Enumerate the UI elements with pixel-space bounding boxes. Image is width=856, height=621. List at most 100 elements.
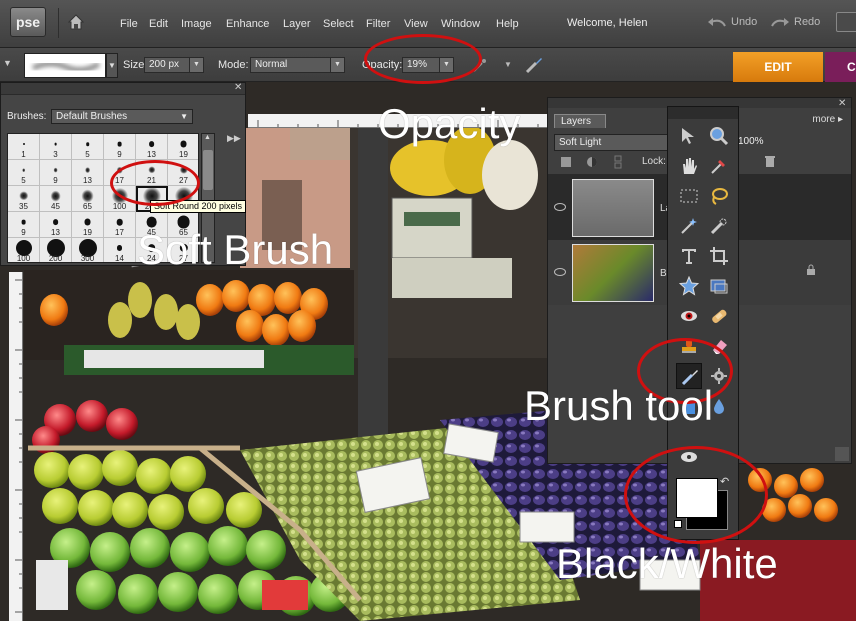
brush-tip-shape [22, 143, 25, 145]
close-icon[interactable]: ✕ [838, 98, 846, 109]
type-tool[interactable] [676, 243, 702, 269]
brush-size-label: 200 [48, 254, 63, 263]
eyedropper-tool[interactable] [706, 153, 732, 179]
lasso-tool[interactable] [706, 183, 732, 209]
brush-swatch[interactable]: 200 [40, 238, 72, 263]
brush-swatch[interactable]: 9 [104, 134, 136, 160]
visibility-eye-icon[interactable] [554, 268, 566, 276]
scrollbar-thumb[interactable] [203, 150, 213, 190]
brush-options-chevron-icon[interactable]: ▼ [504, 60, 512, 69]
brush-swatch[interactable]: 19 [168, 134, 198, 160]
red-eye-tool[interactable] [676, 303, 702, 329]
hand-tool[interactable] [676, 153, 702, 179]
brush-size-label: 100 [16, 254, 31, 263]
brush-swatch[interactable]: 1 [8, 134, 40, 160]
home-button[interactable] [58, 8, 92, 38]
tablet-settings-icon[interactable] [524, 55, 544, 75]
brush-swatch[interactable]: 13 [136, 134, 168, 160]
menu-edit[interactable]: Edit [149, 18, 168, 30]
zoom-tool[interactable] [706, 123, 732, 149]
quick-selection-tool[interactable] [706, 213, 732, 239]
foreground-color-swatch[interactable] [676, 478, 718, 518]
redo-button[interactable]: Redo [770, 16, 820, 28]
menu-window[interactable]: Window [441, 18, 480, 30]
redo-label: Redo [794, 16, 821, 28]
brush-swatch[interactable]: 9 [40, 160, 72, 186]
magic-wand-icon [681, 218, 697, 234]
cookie-cutter-tool[interactable] [676, 273, 702, 299]
brush-size-label: 9 [117, 150, 122, 159]
quick-selection-icon [710, 218, 727, 235]
brush-tip-shape [85, 142, 90, 146]
blend-mode-select[interactable]: Soft Light [554, 134, 668, 151]
brush-tip-shape [84, 218, 91, 226]
undo-icon [708, 18, 726, 27]
tab-layers[interactable]: Layers [554, 114, 606, 128]
brushes-preset-select[interactable]: Default Brushes ▼ [51, 109, 193, 124]
brush-picker-chevron-icon[interactable]: ▼ [106, 53, 118, 78]
brush-swatch[interactable]: 14 [104, 238, 136, 262]
brush-tip-shape [117, 141, 122, 147]
brush-swatch[interactable]: 3 [40, 134, 72, 160]
magic-wand-tool[interactable] [676, 213, 702, 239]
annotation-soft-brush: Soft Brush [137, 226, 334, 273]
tab-edit[interactable]: EDIT [733, 52, 823, 82]
link-icon[interactable] [614, 155, 622, 169]
toolbox-titlebar[interactable] [668, 107, 738, 119]
brush-swatch[interactable]: 45 [40, 186, 72, 212]
lock-icon [807, 264, 815, 275]
size-dropdown-icon[interactable]: ▼ [189, 58, 203, 72]
tool-preset-chevron-icon[interactable]: ▼ [3, 58, 15, 70]
crop-tool[interactable] [706, 243, 732, 269]
brush-size-label: 45 [51, 202, 60, 211]
move-tool[interactable] [676, 123, 702, 149]
close-icon[interactable]: ✕ [234, 82, 242, 93]
brush-preview[interactable] [24, 53, 106, 78]
recompose-tool[interactable] [706, 273, 732, 299]
brush-swatch[interactable]: 9 [8, 212, 40, 238]
healing-brush-tool[interactable] [706, 303, 732, 329]
brush-swatch[interactable]: 300 [72, 238, 104, 262]
brushes-label: Brushes: [7, 111, 47, 122]
brush-swatch[interactable]: 17 [104, 212, 136, 238]
new-layer-icon[interactable] [560, 156, 572, 168]
brush-swatch[interactable]: 13 [72, 160, 104, 186]
brush-tip-shape [84, 167, 91, 173]
panel-menu-icon[interactable]: ▶▶ [227, 133, 241, 144]
workspace-grid-icon[interactable] [836, 12, 856, 32]
undo-button[interactable]: Undo [707, 16, 757, 28]
size-field[interactable]: 200 px ▼ [144, 57, 204, 73]
brush-tip-shape [21, 219, 26, 225]
brushes-panel-titlebar[interactable] [1, 83, 245, 95]
star-shape-icon [679, 276, 699, 296]
menu-file[interactable]: File [120, 18, 138, 30]
menu-filter[interactable]: Filter [366, 18, 390, 30]
menu-layer[interactable]: Layer [283, 18, 311, 30]
trash-icon[interactable] [764, 155, 776, 168]
size-value: 200 px [149, 59, 180, 70]
menu-image[interactable]: Image [181, 18, 212, 30]
brush-swatch[interactable]: 5 [8, 160, 40, 186]
tab-create[interactable]: C [825, 52, 856, 82]
menu-enhance[interactable]: Enhance [226, 18, 269, 30]
brush-swatch[interactable]: 13 [40, 212, 72, 238]
mode-select[interactable]: Normal ▼ [250, 57, 345, 73]
brush-swatch[interactable]: 100 [8, 238, 40, 263]
brush-tip-shape [18, 191, 29, 201]
panel-resize-grip[interactable] [835, 447, 849, 461]
menu-select[interactable]: Select [323, 18, 354, 30]
brush-size-label: 19 [83, 228, 92, 237]
visibility-eye-icon[interactable] [554, 203, 566, 211]
menu-help[interactable]: Help [496, 18, 519, 30]
menu-view[interactable]: View [404, 18, 428, 30]
marquee-tool[interactable] [676, 183, 702, 209]
layer-opacity-value[interactable]: 100% [738, 136, 764, 147]
brush-tip-shape [180, 140, 187, 148]
adjustment-layer-icon[interactable] [586, 156, 598, 168]
brush-swatch[interactable]: 5 [72, 134, 104, 160]
brush-swatch[interactable]: 35 [8, 186, 40, 212]
brush-swatch[interactable]: 65 [72, 186, 104, 212]
brush-swatch[interactable]: 19 [72, 212, 104, 238]
scroll-up-icon[interactable]: ▲ [204, 134, 211, 141]
more-menu[interactable]: more ▸ [812, 114, 843, 125]
